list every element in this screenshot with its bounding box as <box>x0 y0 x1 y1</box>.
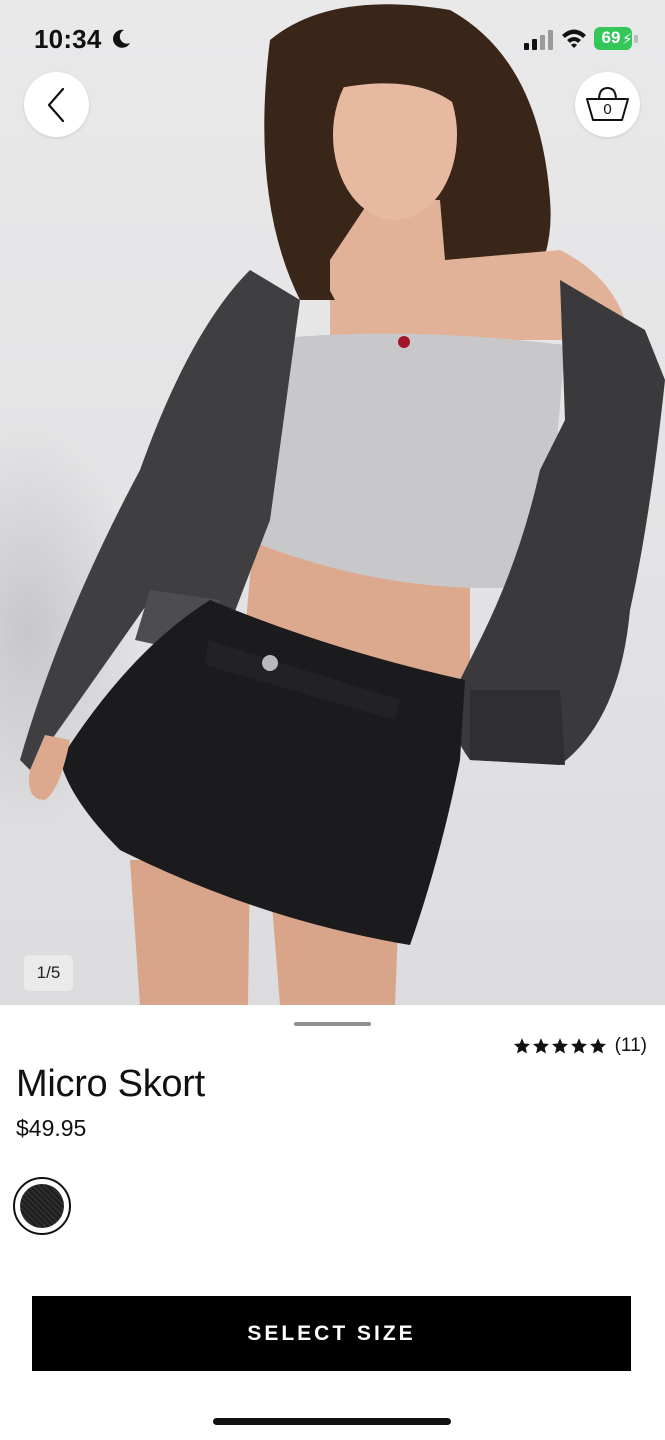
battery-cap <box>634 35 638 43</box>
bolt-icon: ⚡ <box>622 31 633 48</box>
bag-count: 0 <box>603 101 612 118</box>
wifi-icon <box>562 29 586 48</box>
model-illustration <box>20 4 665 1005</box>
star-icon <box>551 1038 568 1054</box>
cellular-signal-icon <box>524 30 553 50</box>
product-title: Micro Skort <box>16 1063 205 1105</box>
moon-icon <box>113 29 130 48</box>
color-swatch[interactable] <box>13 1177 71 1235</box>
star-icon <box>570 1038 587 1054</box>
battery-charging-icon: 69 ⚡ <box>594 27 638 50</box>
drag-handle[interactable] <box>294 1022 371 1026</box>
product-image[interactable] <box>0 0 665 1005</box>
color-swatch-fill <box>20 1184 64 1228</box>
star-icon <box>513 1038 530 1054</box>
star-icon <box>589 1038 606 1054</box>
star-icon <box>532 1038 549 1054</box>
product-details-sheet: (11) Micro Skort $49.95 SELECT SIZE <box>0 1005 665 1440</box>
back-button[interactable] <box>24 72 89 137</box>
product-price: $49.95 <box>16 1115 87 1141</box>
image-counter: 1/5 <box>24 955 73 991</box>
select-size-button[interactable]: SELECT SIZE <box>32 1296 631 1371</box>
chevron-left-icon <box>47 87 64 122</box>
status-bar: 10:34 69 ⚡ <box>0 0 665 80</box>
status-time: 10:34 <box>34 24 102 54</box>
home-indicator <box>213 1418 451 1425</box>
rating-count: (11) <box>614 1035 647 1056</box>
shopping-bag-button[interactable]: 0 <box>575 72 640 137</box>
rating-stars <box>513 1037 607 1055</box>
product-rating[interactable]: (11) <box>513 1035 647 1057</box>
